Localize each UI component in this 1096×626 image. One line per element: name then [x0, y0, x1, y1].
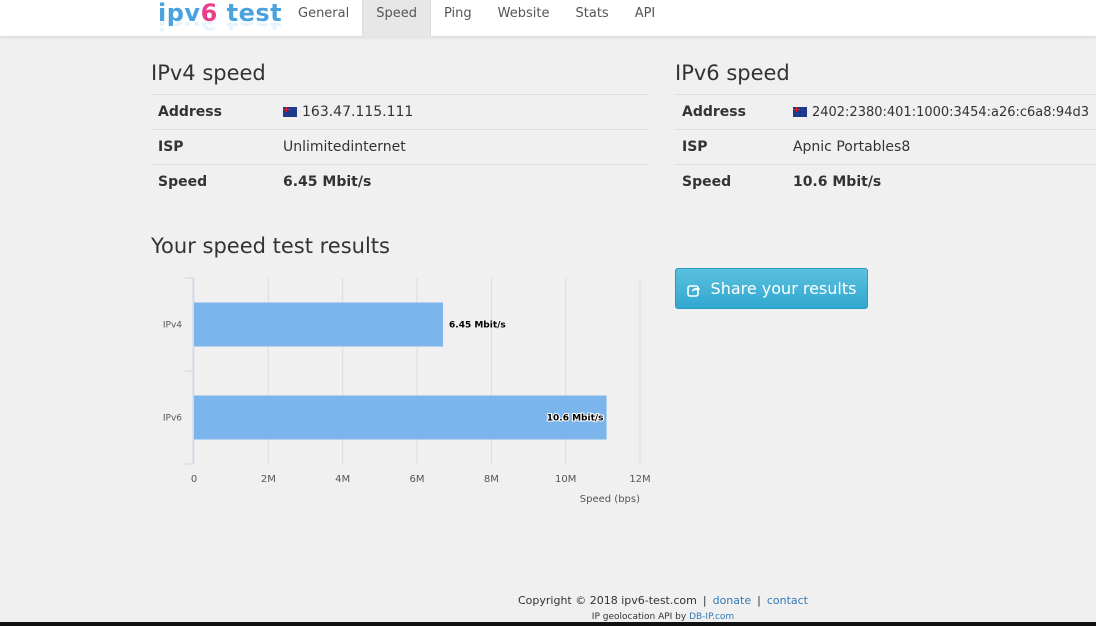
nav-api[interactable]: API	[622, 0, 669, 37]
ipv4-info-table: Address 163.47.115.111 ISP Unlimitedinte…	[151, 94, 648, 200]
share-results-label: Share your results	[710, 279, 857, 298]
australia-flag-icon	[792, 106, 807, 117]
nav-website[interactable]: Website	[485, 0, 563, 37]
ipv6-address-label: Address	[675, 94, 786, 130]
ipv6-isp-value: Apnic Portables8	[785, 129, 1096, 165]
x-tick-label: 2M	[261, 474, 276, 485]
ipv4-speed-title: IPv4 speed	[151, 61, 266, 85]
ipv4-isp-value: Unlimitedinternet	[276, 129, 648, 165]
share-results-button[interactable]: Share your results	[675, 268, 868, 309]
ipv6-address-value: 2402:2380:401:1000:3454:a26:c6a8:94d3	[811, 104, 1089, 120]
ipv4-speed-label: Speed	[151, 164, 276, 200]
ipv4-isp-row: ISP Unlimitedinternet	[151, 129, 648, 165]
ipv6-speed-title: IPv6 speed	[675, 61, 790, 85]
data-label: 6.45 Mbit/s	[449, 321, 506, 331]
speed-bar-chart: 0 2M 4M 6M 8M 10M 12M IPv4 6.45 Mbit/s IPv6 10.6 M…	[163, 277, 651, 505]
australia-flag-icon	[283, 107, 297, 117]
speed-chart: 0 2M 4M 6M 8M 10M 12M IPv4 6.45 Mbit/s IPv6 10.6 M…	[150, 270, 651, 510]
ipv6-speed-value: 10.6 Mbit/s	[785, 164, 1096, 200]
x-tick-label: 6M	[410, 474, 425, 485]
copyright-text: Copyright © 2018 ipv6-test.com	[518, 594, 697, 607]
bottom-edge	[0, 622, 1096, 626]
main-nav: General Speed Ping Website Stats API	[285, 0, 668, 37]
ipv6-info-table: Address 2402:2380:401:1000:3454:a26:c6a8…	[675, 94, 1096, 200]
ipv4-address-value: 163.47.115.111	[302, 104, 414, 120]
ipv4-address-cell: 163.47.115.111	[276, 94, 648, 130]
ipv6-isp-label: ISP	[675, 129, 786, 165]
x-tick-label: 10M	[555, 474, 576, 485]
ipv4-address-label: Address	[151, 94, 276, 130]
ipv6-speed-label: Speed	[675, 164, 786, 200]
bar-ipv6	[194, 395, 607, 440]
category-label: IPv4	[163, 321, 182, 331]
bar-ipv4	[194, 302, 444, 347]
share-icon	[686, 282, 701, 297]
ipv4-speed-row: Speed 6.45 Mbit/s	[151, 164, 648, 200]
ipv6-address-cell: 2402:2380:401:1000:3454:a26:c6a8:94d3	[785, 94, 1096, 130]
top-navbar: ipv6 test ipv6 test General Speed Ping W…	[0, 0, 1096, 37]
ipv4-address-row: Address 163.47.115.111	[151, 94, 648, 130]
x-tick-label: 4M	[335, 474, 350, 485]
x-tick-label: 8M	[484, 474, 499, 485]
ipv6-address-row: Address 2402:2380:401:1000:3454:a26:c6a8…	[675, 94, 1096, 130]
data-label: 10.6 Mbit/s	[547, 414, 604, 424]
category-label: IPv6	[163, 414, 182, 424]
x-tick-label: 0	[191, 474, 197, 485]
contact-link[interactable]: contact	[767, 594, 808, 607]
x-tick-label: 12M	[629, 474, 650, 485]
nav-ping[interactable]: Ping	[431, 0, 485, 37]
nav-speed[interactable]: Speed	[362, 0, 431, 37]
donate-link[interactable]: donate	[713, 594, 752, 607]
geolocation-credit: IP geolocation API by	[591, 612, 690, 622]
logo-reflection: ipv6 test	[158, 22, 282, 36]
ipv4-speed-value: 6.45 Mbit/s	[276, 164, 648, 200]
nav-general[interactable]: General	[285, 0, 362, 37]
x-axis-title: Speed (bps)	[580, 494, 640, 505]
ipv4-isp-label: ISP	[151, 129, 276, 165]
dbip-link[interactable]: DB-IP.com	[689, 612, 734, 622]
results-title: Your speed test results	[151, 234, 390, 258]
nav-stats[interactable]: Stats	[563, 0, 622, 37]
ipv6-isp-row: ISP Apnic Portables8	[675, 129, 1096, 165]
ipv6-speed-row: Speed 10.6 Mbit/s	[675, 164, 1096, 200]
page-footer: Copyright © 2018 ipv6-test.com | donate | co…	[518, 594, 808, 622]
